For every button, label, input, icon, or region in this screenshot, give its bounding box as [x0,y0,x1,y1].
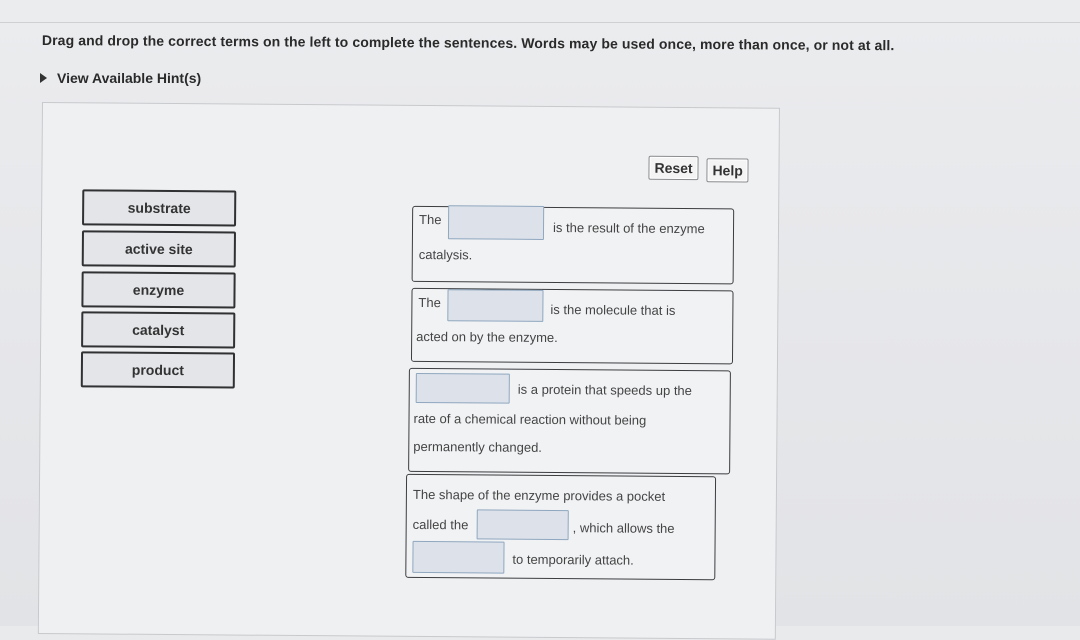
drop-target-2[interactable] [447,289,544,322]
term-active-site[interactable]: active site [81,230,236,268]
sentence-text: to temporarily attach. [512,551,634,568]
drop-target-5[interactable] [412,540,505,574]
sentence-1: The is the result of the enzyme catalysi… [411,205,735,285]
drag-drop-panel: Reset Help substrate active site enzyme … [37,102,780,640]
sentence-text: permanently changed. [413,438,543,455]
drop-target-1[interactable] [447,205,545,240]
sentence-text: is the molecule that is [550,301,676,318]
sentence-2: The is the molecule that is acted on by … [410,287,734,365]
drop-target-4[interactable] [476,509,569,541]
sentence-text: , which allows the [572,520,675,536]
term-catalyst[interactable]: catalyst [81,311,236,349]
sentence-text: rate of a chemical reaction without bein… [413,410,647,428]
term-product[interactable]: product [80,351,236,389]
term-enzyme[interactable]: enzyme [81,271,236,309]
sentence-text: called the [412,516,469,533]
term-label: enzyme [132,281,185,299]
term-label: substrate [127,199,191,217]
sentence-text: The [419,211,442,228]
sentence-text: acted on by the enzyme. [416,328,558,346]
term-substrate[interactable]: substrate [82,189,237,227]
sentence-text: is a protein that speeds up the [517,381,692,399]
term-label: product [131,361,185,379]
sentence-3: is a protein that speeds up the rate of … [408,367,731,475]
drop-target-3[interactable] [415,372,510,404]
help-button[interactable]: Help [706,158,749,183]
triangle-right-icon [40,73,47,83]
term-label: active site [124,240,193,258]
sentence-text: catalysis. [418,246,473,263]
sentence-text: The [418,294,441,311]
view-hints-label: View Available Hint(s) [57,70,202,86]
sentence-text: The shape of the enzyme provides a pocke… [412,486,666,504]
sentence-text: is the result of the enzyme [552,220,705,237]
term-label: catalyst [132,321,185,339]
sentence-4: The shape of the enzyme provides a pocke… [405,473,717,581]
reset-button[interactable]: Reset [648,155,699,181]
view-hints-toggle[interactable]: View Available Hint(s) [40,70,201,86]
divider [0,22,1080,23]
